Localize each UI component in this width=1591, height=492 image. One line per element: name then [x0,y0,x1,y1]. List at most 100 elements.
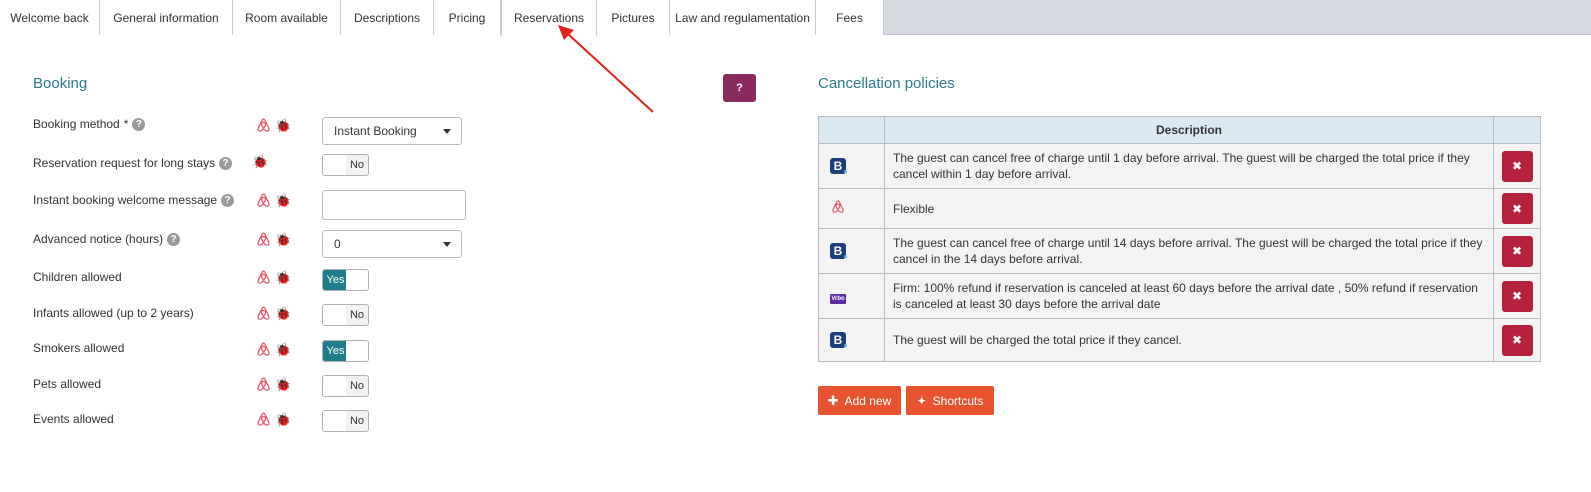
toggle-state: No [346,305,368,325]
booking-title: Booking [33,75,88,92]
toggle-knob [323,305,345,325]
action-cell: ✖ [1493,228,1541,274]
booking-method-label: Booking method * ? [33,116,146,132]
channel-cell: Vrbo [818,273,885,319]
table-row: B The guest can cancel free of charge un… [818,143,1541,189]
shortcuts-button[interactable]: ✦ Shortcuts [906,386,994,415]
delete-button[interactable]: ✖ [1501,193,1533,224]
shortcuts-label: Shortcuts [932,393,984,408]
long-stays-toggle[interactable]: No [322,154,369,176]
smokers-allowed-label: Smokers allowed [33,340,124,356]
booking-com-icon: B [830,158,847,174]
action-cell: ✖ [1493,143,1541,189]
action-cell: ✖ [1493,188,1541,229]
add-new-button[interactable]: ✚ Add new [818,386,901,415]
table-row: Flexible ✖ [818,188,1541,229]
policy-description: The guest can cancel free of charge unti… [884,228,1494,274]
policy-description: The guest will be charged the total pric… [884,318,1494,362]
booking-method-select[interactable]: Instant Booking [322,117,462,145]
delete-button[interactable]: ✖ [1501,324,1533,356]
help-icon[interactable]: ? [219,156,233,170]
table-row: B The guest will be charged the total pr… [818,318,1541,362]
bug-icon: 🐞 [275,342,292,357]
help-icon[interactable]: ? [221,193,235,207]
toggle-state: Yes [323,341,348,361]
booking-method-value: Instant Booking [334,124,417,138]
help-icon[interactable]: ? [167,232,181,246]
pets-allowed-label: Pets allowed [33,376,101,392]
advanced-notice-select[interactable]: 0 [322,230,462,258]
tab-general-information[interactable]: General information [100,0,233,35]
infants-allowed-text: Infants allowed (up to 2 years) [33,306,194,320]
smokers-allowed-toggle[interactable]: Yes [322,340,369,362]
policy-description: Firm: 100% refund if reservation is canc… [884,273,1494,319]
booking-com-icon: B [830,243,847,259]
channel-cell: B [818,143,885,189]
chevron-down-icon [443,129,451,134]
channel-icons: 🐞 [255,231,291,248]
welcome-message-text: Instant booking welcome message [33,193,218,207]
tab-fees[interactable]: Fees [816,0,884,35]
bug-icon: 🐞 [275,270,292,285]
delete-button[interactable]: ✖ [1501,235,1533,267]
welcome-message-label: Instant booking welcome message ? [33,192,235,208]
vrbo-icon: Vrbo [830,294,846,304]
channel-icons: 🐞 [255,269,291,286]
bug-icon: 🐞 [275,193,292,208]
children-allowed-toggle[interactable]: Yes [322,269,369,291]
airbnb-icon [257,118,270,132]
policy-description: The guest can cancel free of charge unti… [884,143,1494,189]
table-row: Vrbo Firm: 100% refund if reservation is… [818,273,1541,319]
tab-bar: Welcome back General information Room av… [0,0,1591,36]
table-row: B The guest can cancel free of charge un… [818,228,1541,274]
bug-icon: 🐞 [275,232,292,247]
bug-icon: 🐞 [275,377,292,392]
toggle-knob [323,155,345,175]
help-button[interactable]: ? [723,74,756,102]
toggle-state: No [346,411,368,431]
policy-description: Flexible [884,188,1494,229]
channel-icons: 🐞 [255,376,291,393]
toggle-knob [323,376,345,396]
welcome-message-input[interactable] [322,190,466,220]
channel-icons: 🐞 [255,305,291,322]
toggle-state: No [346,376,368,396]
description-column-header: Description [884,116,1494,144]
channel-column-header [818,116,885,144]
long-stays-label: Reservation request for long stays ? [33,155,233,171]
channel-cell: B [818,228,885,274]
children-allowed-text: Children allowed [33,270,122,284]
tab-welcome-back[interactable]: Welcome back [0,0,100,35]
events-allowed-toggle[interactable]: No [322,410,369,432]
tab-pricing[interactable]: Pricing [434,0,501,35]
channel-icons: 🐞 [255,117,291,134]
help-icon[interactable]: ? [132,117,146,131]
cancellation-policies-table: Description B The guest can cancel free … [818,116,1541,362]
tab-reservations[interactable]: Reservations [501,0,597,36]
pets-allowed-toggle[interactable]: No [322,375,369,397]
tab-room-available[interactable]: Room available [233,0,341,35]
channel-cell: B [818,318,885,362]
airbnb-icon [257,412,270,426]
airbnb-icon [257,306,270,320]
bug-icon: 🐞 [275,412,292,427]
smokers-allowed-text: Smokers allowed [33,341,125,355]
airbnb-icon [257,232,270,246]
toggle-state: No [346,155,368,175]
tab-descriptions[interactable]: Descriptions [341,0,434,35]
toggle-state: Yes [323,270,348,290]
pets-allowed-text: Pets allowed [33,377,102,391]
airbnb-icon [257,342,270,356]
tab-pictures[interactable]: Pictures [597,0,670,35]
airbnb-icon [257,270,270,284]
channel-icons: 🐞 [255,411,291,428]
long-stays-text: Reservation request for long stays [33,156,216,170]
delete-button[interactable]: ✖ [1501,150,1533,182]
tab-law-and-regulamentation[interactable]: Law and regulamentation [670,0,816,35]
advanced-notice-value: 0 [334,237,341,251]
action-cell: ✖ [1493,273,1541,319]
infants-allowed-toggle[interactable]: No [322,304,369,326]
chevron-down-icon [443,242,451,247]
airbnb-icon [257,377,270,391]
delete-button[interactable]: ✖ [1501,280,1533,312]
